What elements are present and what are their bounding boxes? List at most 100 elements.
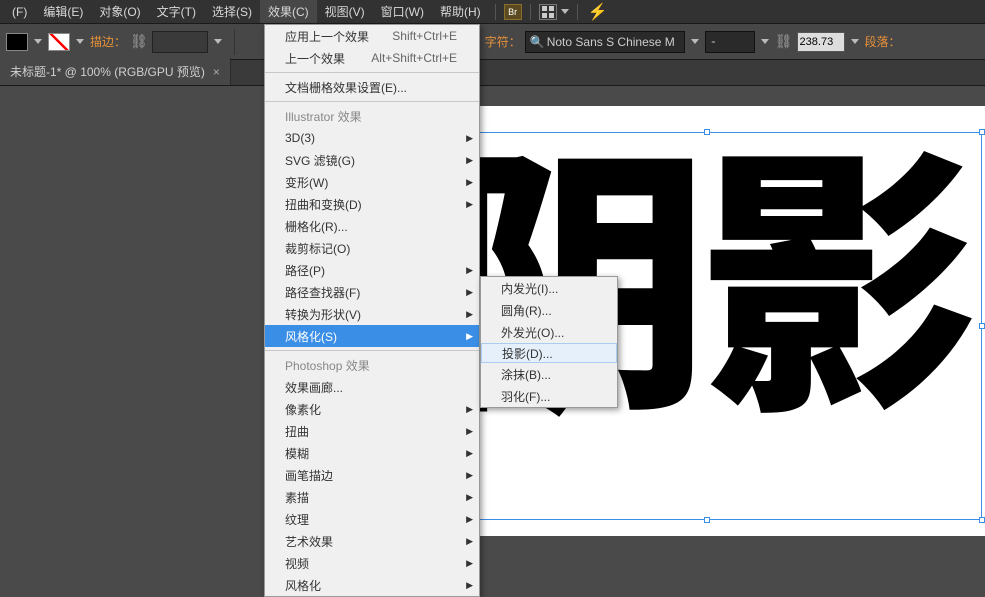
menu-view[interactable]: 视图(V) xyxy=(317,0,373,23)
chevron-down-icon[interactable] xyxy=(761,39,769,44)
search-icon: 🔍 xyxy=(530,35,545,49)
menubar-separator xyxy=(530,4,531,20)
grid-icon xyxy=(542,6,554,18)
menu-sketch[interactable]: 素描▶ xyxy=(265,486,479,508)
stroke-label: 描边： xyxy=(90,33,126,50)
menu-item-label: 画笔描边 xyxy=(285,467,333,484)
menu-help[interactable]: 帮助(H) xyxy=(432,0,489,23)
submenu-feather[interactable]: 羽化(F)... xyxy=(481,385,617,407)
menu-pixelate[interactable]: 像素化▶ xyxy=(265,398,479,420)
menu-item-label: 上一个效果 xyxy=(285,50,345,67)
submenu-arrow-icon: ▶ xyxy=(466,426,473,437)
chevron-down-icon[interactable] xyxy=(851,39,859,44)
submenu-arrow-icon: ▶ xyxy=(466,514,473,525)
menu-convert-to-shape[interactable]: 转换为形状(V) ▶ xyxy=(265,303,479,325)
menu-video[interactable]: 视频 ▶ xyxy=(265,552,479,574)
submenu-arrow-icon: ▶ xyxy=(466,580,473,591)
menu-item-label: 扭曲和变换(D) xyxy=(285,196,362,213)
menu-distort-transform[interactable]: 扭曲和变换(D)▶ xyxy=(265,193,479,215)
menu-file[interactable]: (F) xyxy=(4,2,35,22)
submenu-arrow-icon: ▶ xyxy=(466,265,473,276)
submenu-arrow-icon: ▶ xyxy=(466,470,473,481)
menu-distort[interactable]: 扭曲▶ xyxy=(265,420,479,442)
font-style-field[interactable]: - xyxy=(705,31,755,53)
menubar: (F) 编辑(E) 对象(O) 文字(T) 选择(S) 效果(C) 视图(V) … xyxy=(0,0,985,24)
menu-effect[interactable]: 效果(C) xyxy=(260,0,317,23)
link-icon[interactable]: ⛓ xyxy=(775,33,793,50)
font-size-field[interactable]: 238.73 xyxy=(797,32,845,52)
selection-handle[interactable] xyxy=(704,517,710,523)
tab-close-button[interactable]: × xyxy=(213,65,220,79)
menu-path[interactable]: 路径(P) ▶ xyxy=(265,259,479,281)
menu-crop-marks[interactable]: 裁剪标记(O) xyxy=(265,237,479,259)
document-tab[interactable]: 未标题-1* @ 100% (RGB/GPU 预览) × xyxy=(0,58,231,85)
selection-handle[interactable] xyxy=(979,517,985,523)
submenu-arrow-icon: ▶ xyxy=(466,448,473,459)
menu-item-label: 素描 xyxy=(285,489,309,506)
menu-warp[interactable]: 变形(W)▶ xyxy=(265,171,479,193)
menu-section-header: Photoshop 效果 xyxy=(265,354,479,376)
menu-last-effect[interactable]: 上一个效果 Alt+Shift+Ctrl+E xyxy=(265,47,479,69)
submenu-arrow-icon: ▶ xyxy=(466,404,473,415)
character-label: 字符： xyxy=(485,33,521,50)
menu-window[interactable]: 窗口(W) xyxy=(373,0,432,23)
menu-item-label: SVG 滤镜(G) xyxy=(285,152,355,169)
options-bar: 描边： ⛓ 🌐 字符： 🔍 Noto Sans S Chinese M - ⛓ … xyxy=(0,24,985,60)
chevron-down-icon[interactable] xyxy=(76,39,84,44)
chevron-down-icon[interactable] xyxy=(214,39,222,44)
menu-stylize[interactable]: 风格化(S) ▶ xyxy=(265,325,479,347)
menu-item-label: 应用上一个效果 xyxy=(285,28,369,45)
menu-item-label: 转换为形状(V) xyxy=(285,306,361,323)
menu-edit[interactable]: 编辑(E) xyxy=(35,0,91,23)
menu-rasterize[interactable]: 栅格化(R)... xyxy=(265,215,479,237)
menu-select[interactable]: 选择(S) xyxy=(204,0,260,23)
menu-item-label: 路径(P) xyxy=(285,262,325,279)
submenu-arrow-icon: ▶ xyxy=(466,309,473,320)
menu-shortcut: Alt+Shift+Ctrl+E xyxy=(371,51,457,65)
submenu-arrow-icon: ▶ xyxy=(466,558,473,569)
chevron-down-icon[interactable] xyxy=(691,39,699,44)
menu-stylize-ps[interactable]: 风格化 ▶ xyxy=(265,574,479,596)
stroke-weight-field[interactable] xyxy=(152,31,208,53)
menu-blur[interactable]: 模糊▶ xyxy=(265,442,479,464)
font-family-field[interactable]: 🔍 Noto Sans S Chinese M xyxy=(525,31,685,53)
submenu-arrow-icon: ▶ xyxy=(466,331,473,342)
submenu-scribble[interactable]: 涂抹(B)... xyxy=(481,363,617,385)
menu-item-label: 风格化(S) xyxy=(285,328,337,345)
submenu-arrow-icon: ▶ xyxy=(466,177,473,188)
chevron-down-icon[interactable] xyxy=(34,39,42,44)
menu-item-label: 视频 xyxy=(285,555,309,572)
chevron-down-icon[interactable] xyxy=(561,9,569,14)
submenu-outer-glow[interactable]: 外发光(O)... xyxy=(481,321,617,343)
divider xyxy=(234,29,235,55)
menu-texture[interactable]: 纹理▶ xyxy=(265,508,479,530)
bridge-button[interactable]: Br xyxy=(504,4,522,20)
menu-item-label: 3D(3) xyxy=(285,131,315,145)
menu-item-label: 路径查找器(F) xyxy=(285,284,360,301)
menu-doc-raster-settings[interactable]: 文档栅格效果设置(E)... xyxy=(265,76,479,98)
arrange-button[interactable] xyxy=(539,4,557,20)
menu-type[interactable]: 文字(T) xyxy=(149,0,204,23)
menu-separator xyxy=(265,350,479,351)
fill-swatch[interactable] xyxy=(6,33,28,51)
menu-pathfinder[interactable]: 路径查找器(F)▶ xyxy=(265,281,479,303)
menu-item-label: 风格化 xyxy=(285,577,321,594)
menu-svg-filters[interactable]: SVG 滤镜(G)▶ xyxy=(265,149,479,171)
menu-separator xyxy=(265,101,479,102)
menu-item-label: 艺术效果 xyxy=(285,533,333,550)
menu-object[interactable]: 对象(O) xyxy=(91,0,148,23)
selection-handle[interactable] xyxy=(704,129,710,135)
menu-brush-strokes[interactable]: 画笔描边 ▶ xyxy=(265,464,479,486)
submenu-round-corners[interactable]: 圆角(R)... xyxy=(481,299,617,321)
menu-apply-last-effect[interactable]: 应用上一个效果 Shift+Ctrl+E xyxy=(265,25,479,47)
link-icon[interactable]: ⛓ xyxy=(130,33,148,50)
submenu-drop-shadow[interactable]: 投影(D)... xyxy=(481,343,617,363)
selection-handle[interactable] xyxy=(979,323,985,329)
menu-shortcut: Shift+Ctrl+E xyxy=(392,29,457,43)
stroke-swatch[interactable] xyxy=(48,33,70,51)
selection-handle[interactable] xyxy=(979,129,985,135)
lightning-icon[interactable]: ⚡ xyxy=(588,2,608,22)
submenu-inner-glow[interactable]: 内发光(I)... xyxy=(481,277,617,299)
menu-3d[interactable]: 3D(3)▶ xyxy=(265,127,479,149)
menu-effect-gallery[interactable]: 效果画廊... xyxy=(265,376,479,398)
